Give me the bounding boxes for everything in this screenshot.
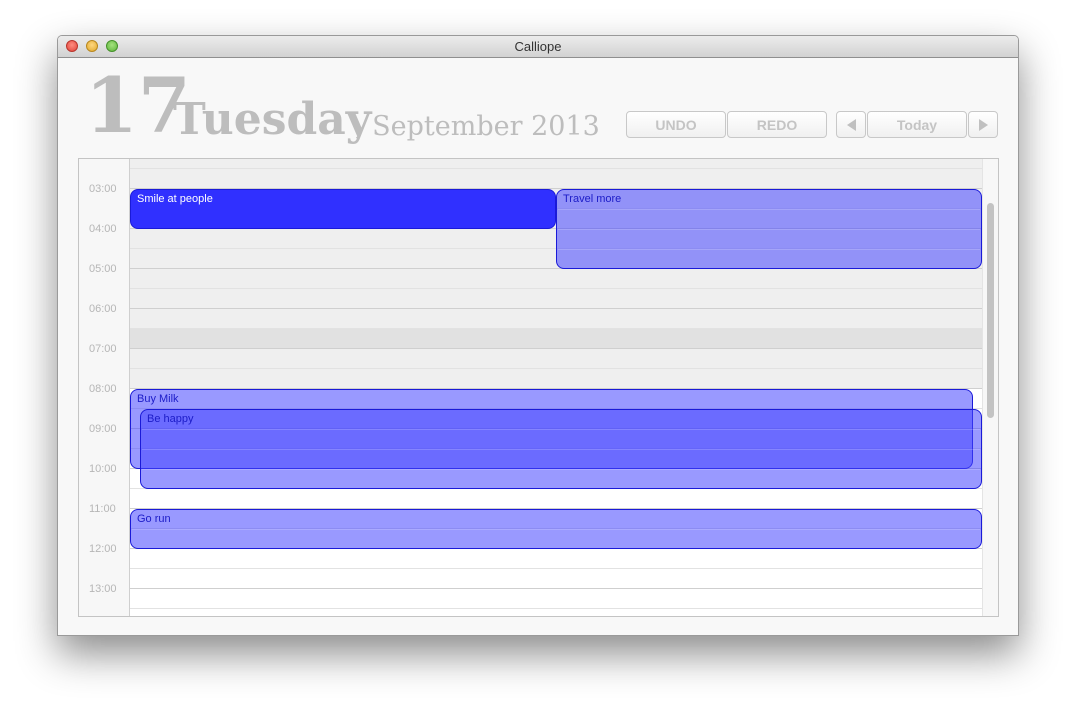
today-button[interactable]: Today bbox=[867, 111, 967, 138]
hour-label: 09:00 bbox=[89, 423, 117, 435]
app-window: Calliope 17 Tuesday , September 2013 UND… bbox=[57, 35, 1019, 636]
calendar-event[interactable]: Travel more bbox=[556, 189, 982, 269]
event-title: Buy Milk bbox=[137, 393, 179, 405]
grid-line bbox=[130, 588, 982, 589]
event-title: Travel more bbox=[563, 193, 622, 205]
time-column: 03:00 04:00 05:00 06:00 07:00 08:00 09:0… bbox=[79, 159, 130, 616]
hour-label: 04:00 bbox=[89, 223, 117, 235]
hour-label: 11:00 bbox=[89, 503, 116, 515]
month-year-label: , September 2013 bbox=[355, 111, 600, 142]
event-divider bbox=[558, 229, 980, 230]
previous-day-button[interactable] bbox=[836, 111, 866, 138]
hour-label: 12:00 bbox=[89, 543, 117, 555]
hour-label: 08:00 bbox=[89, 383, 117, 395]
event-divider bbox=[558, 249, 980, 250]
event-divider bbox=[142, 469, 980, 470]
triangle-right-icon bbox=[978, 118, 988, 131]
undo-button[interactable]: UNDO bbox=[626, 111, 726, 138]
event-divider bbox=[132, 529, 980, 530]
highlight-slot bbox=[130, 329, 982, 349]
event-divider bbox=[142, 429, 980, 430]
grid-line bbox=[130, 288, 982, 289]
grid-line bbox=[130, 568, 982, 569]
scrollbar-thumb[interactable] bbox=[987, 203, 994, 418]
weekday-label: Tuesday bbox=[173, 94, 372, 145]
window-title: Calliope bbox=[514, 39, 562, 54]
hour-label: 13:00 bbox=[89, 583, 117, 595]
hour-label: 05:00 bbox=[89, 263, 117, 275]
hour-label: 06:00 bbox=[89, 303, 117, 315]
next-day-button[interactable] bbox=[968, 111, 998, 138]
redo-button[interactable]: REDO bbox=[727, 111, 827, 138]
grid-line bbox=[130, 328, 982, 329]
hour-label: 07:00 bbox=[89, 343, 117, 355]
event-title: Smile at people bbox=[137, 193, 213, 205]
calendar-event[interactable]: Be happy bbox=[140, 409, 982, 489]
calendar-event[interactable]: Go run bbox=[130, 509, 982, 549]
day-calendar-view[interactable]: 03:00 04:00 05:00 06:00 07:00 08:00 09:0… bbox=[78, 158, 999, 617]
grid-line bbox=[130, 168, 982, 169]
calendar-event[interactable]: Smile at people bbox=[130, 189, 556, 229]
event-divider bbox=[558, 209, 980, 210]
event-divider bbox=[142, 449, 980, 450]
event-title: Go run bbox=[137, 513, 171, 525]
triangle-left-icon bbox=[846, 118, 856, 131]
title-bar[interactable]: Calliope bbox=[58, 36, 1018, 58]
grid-line bbox=[130, 608, 982, 609]
hour-label: 03:00 bbox=[89, 183, 117, 195]
vertical-scrollbar[interactable] bbox=[982, 159, 998, 616]
grid-line bbox=[130, 368, 982, 369]
event-title: Be happy bbox=[147, 413, 194, 425]
grid-line bbox=[130, 348, 982, 349]
time-grid[interactable]: Smile at people Travel more Buy Milk Be … bbox=[130, 159, 982, 616]
hour-label: 10:00 bbox=[89, 463, 117, 475]
grid-line bbox=[130, 308, 982, 309]
